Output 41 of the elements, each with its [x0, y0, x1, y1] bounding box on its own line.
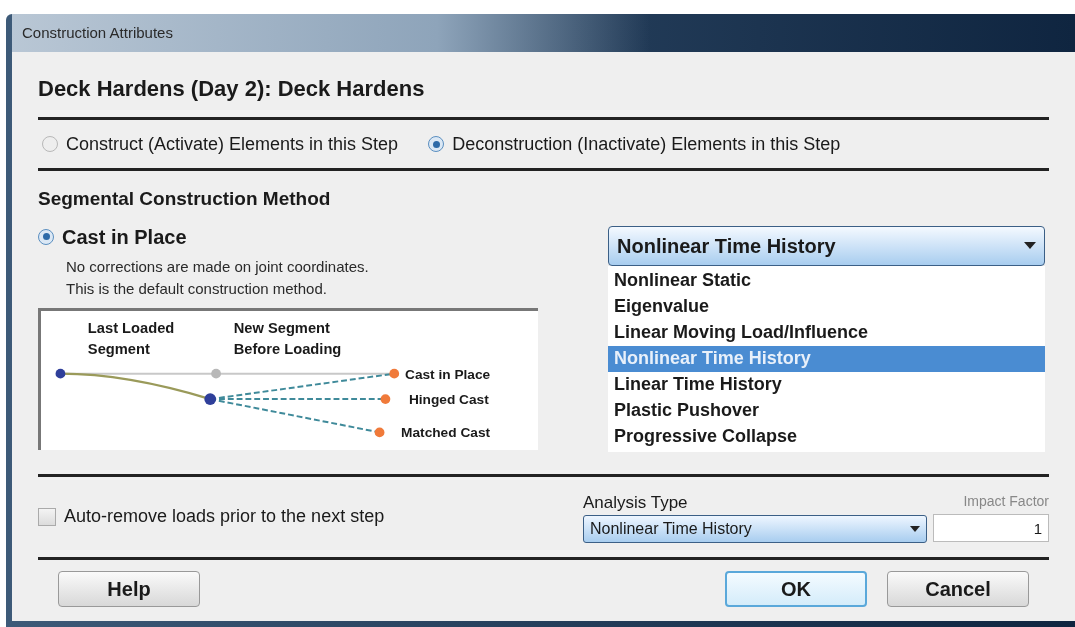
radio-label[interactable]: Cast in Place	[62, 221, 187, 252]
diagram-label: New Segment	[233, 319, 330, 336]
node-dot	[389, 368, 400, 379]
dropdown-option[interactable]: Linear Time History	[608, 371, 1045, 398]
dropdown-option[interactable]: Eigenvalue	[608, 293, 1045, 320]
caret-icon	[910, 526, 920, 533]
caret-icon	[1024, 242, 1036, 249]
analysis-dropdown[interactable]: Nonlinear Time History	[608, 225, 1045, 266]
diagram-label: Matched Cast	[401, 424, 491, 440]
radio-button[interactable]	[42, 136, 58, 152]
section-title: Segmental Construction Method	[38, 187, 332, 211]
dropdown-option[interactable]: Plastic Pushover	[608, 397, 1045, 424]
dialog-button[interactable]: OK	[725, 570, 867, 607]
node-dot	[204, 392, 217, 405]
radio-label[interactable]: Deconstruction (Inactivate) Elements in this Step	[452, 130, 841, 158]
field-label: Impact Factor	[963, 492, 1049, 511]
field-label: Analysis Type	[583, 491, 689, 514]
radio-label[interactable]: Construct (Activate) Elements in this Step	[66, 130, 399, 158]
dialog-heading: Deck Hardens (Day 2): Deck Hardens	[38, 75, 426, 103]
node-dot	[374, 427, 385, 437]
node-dot	[55, 368, 66, 379]
diagram-label: Hinged Cast	[408, 391, 489, 407]
node-dot	[380, 393, 391, 404]
radio-button[interactable]	[38, 228, 54, 245]
impact-factor-field[interactable]: 1	[933, 514, 1049, 542]
description-text: No corrections are made on joint coordinates.	[66, 256, 370, 277]
diagram-label: Before Loading	[233, 340, 342, 357]
description-text: This is the default construction method.	[66, 278, 328, 299]
analysis-type-select[interactable]: Nonlinear Time History	[583, 515, 927, 544]
dialog-button[interactable]: Help	[58, 570, 200, 607]
node-dot	[211, 368, 221, 379]
checkbox[interactable]	[38, 507, 56, 526]
dialog-button[interactable]: Cancel	[887, 570, 1029, 607]
dropdown-option[interactable]: Nonlinear Static	[608, 267, 1045, 294]
radio-button[interactable]	[428, 136, 445, 152]
diagram-label: Last Loaded	[87, 319, 175, 336]
diagram-label: Cast in Place	[405, 366, 491, 382]
diagram-label: Segment	[87, 340, 150, 357]
dropdown-option[interactable]: Linear Moving Load/Influence	[608, 319, 1045, 346]
checkbox-label[interactable]: Auto-remove loads prior to the next step	[64, 503, 385, 530]
dropdown-option[interactable]: Progressive Collapse	[608, 423, 1045, 450]
